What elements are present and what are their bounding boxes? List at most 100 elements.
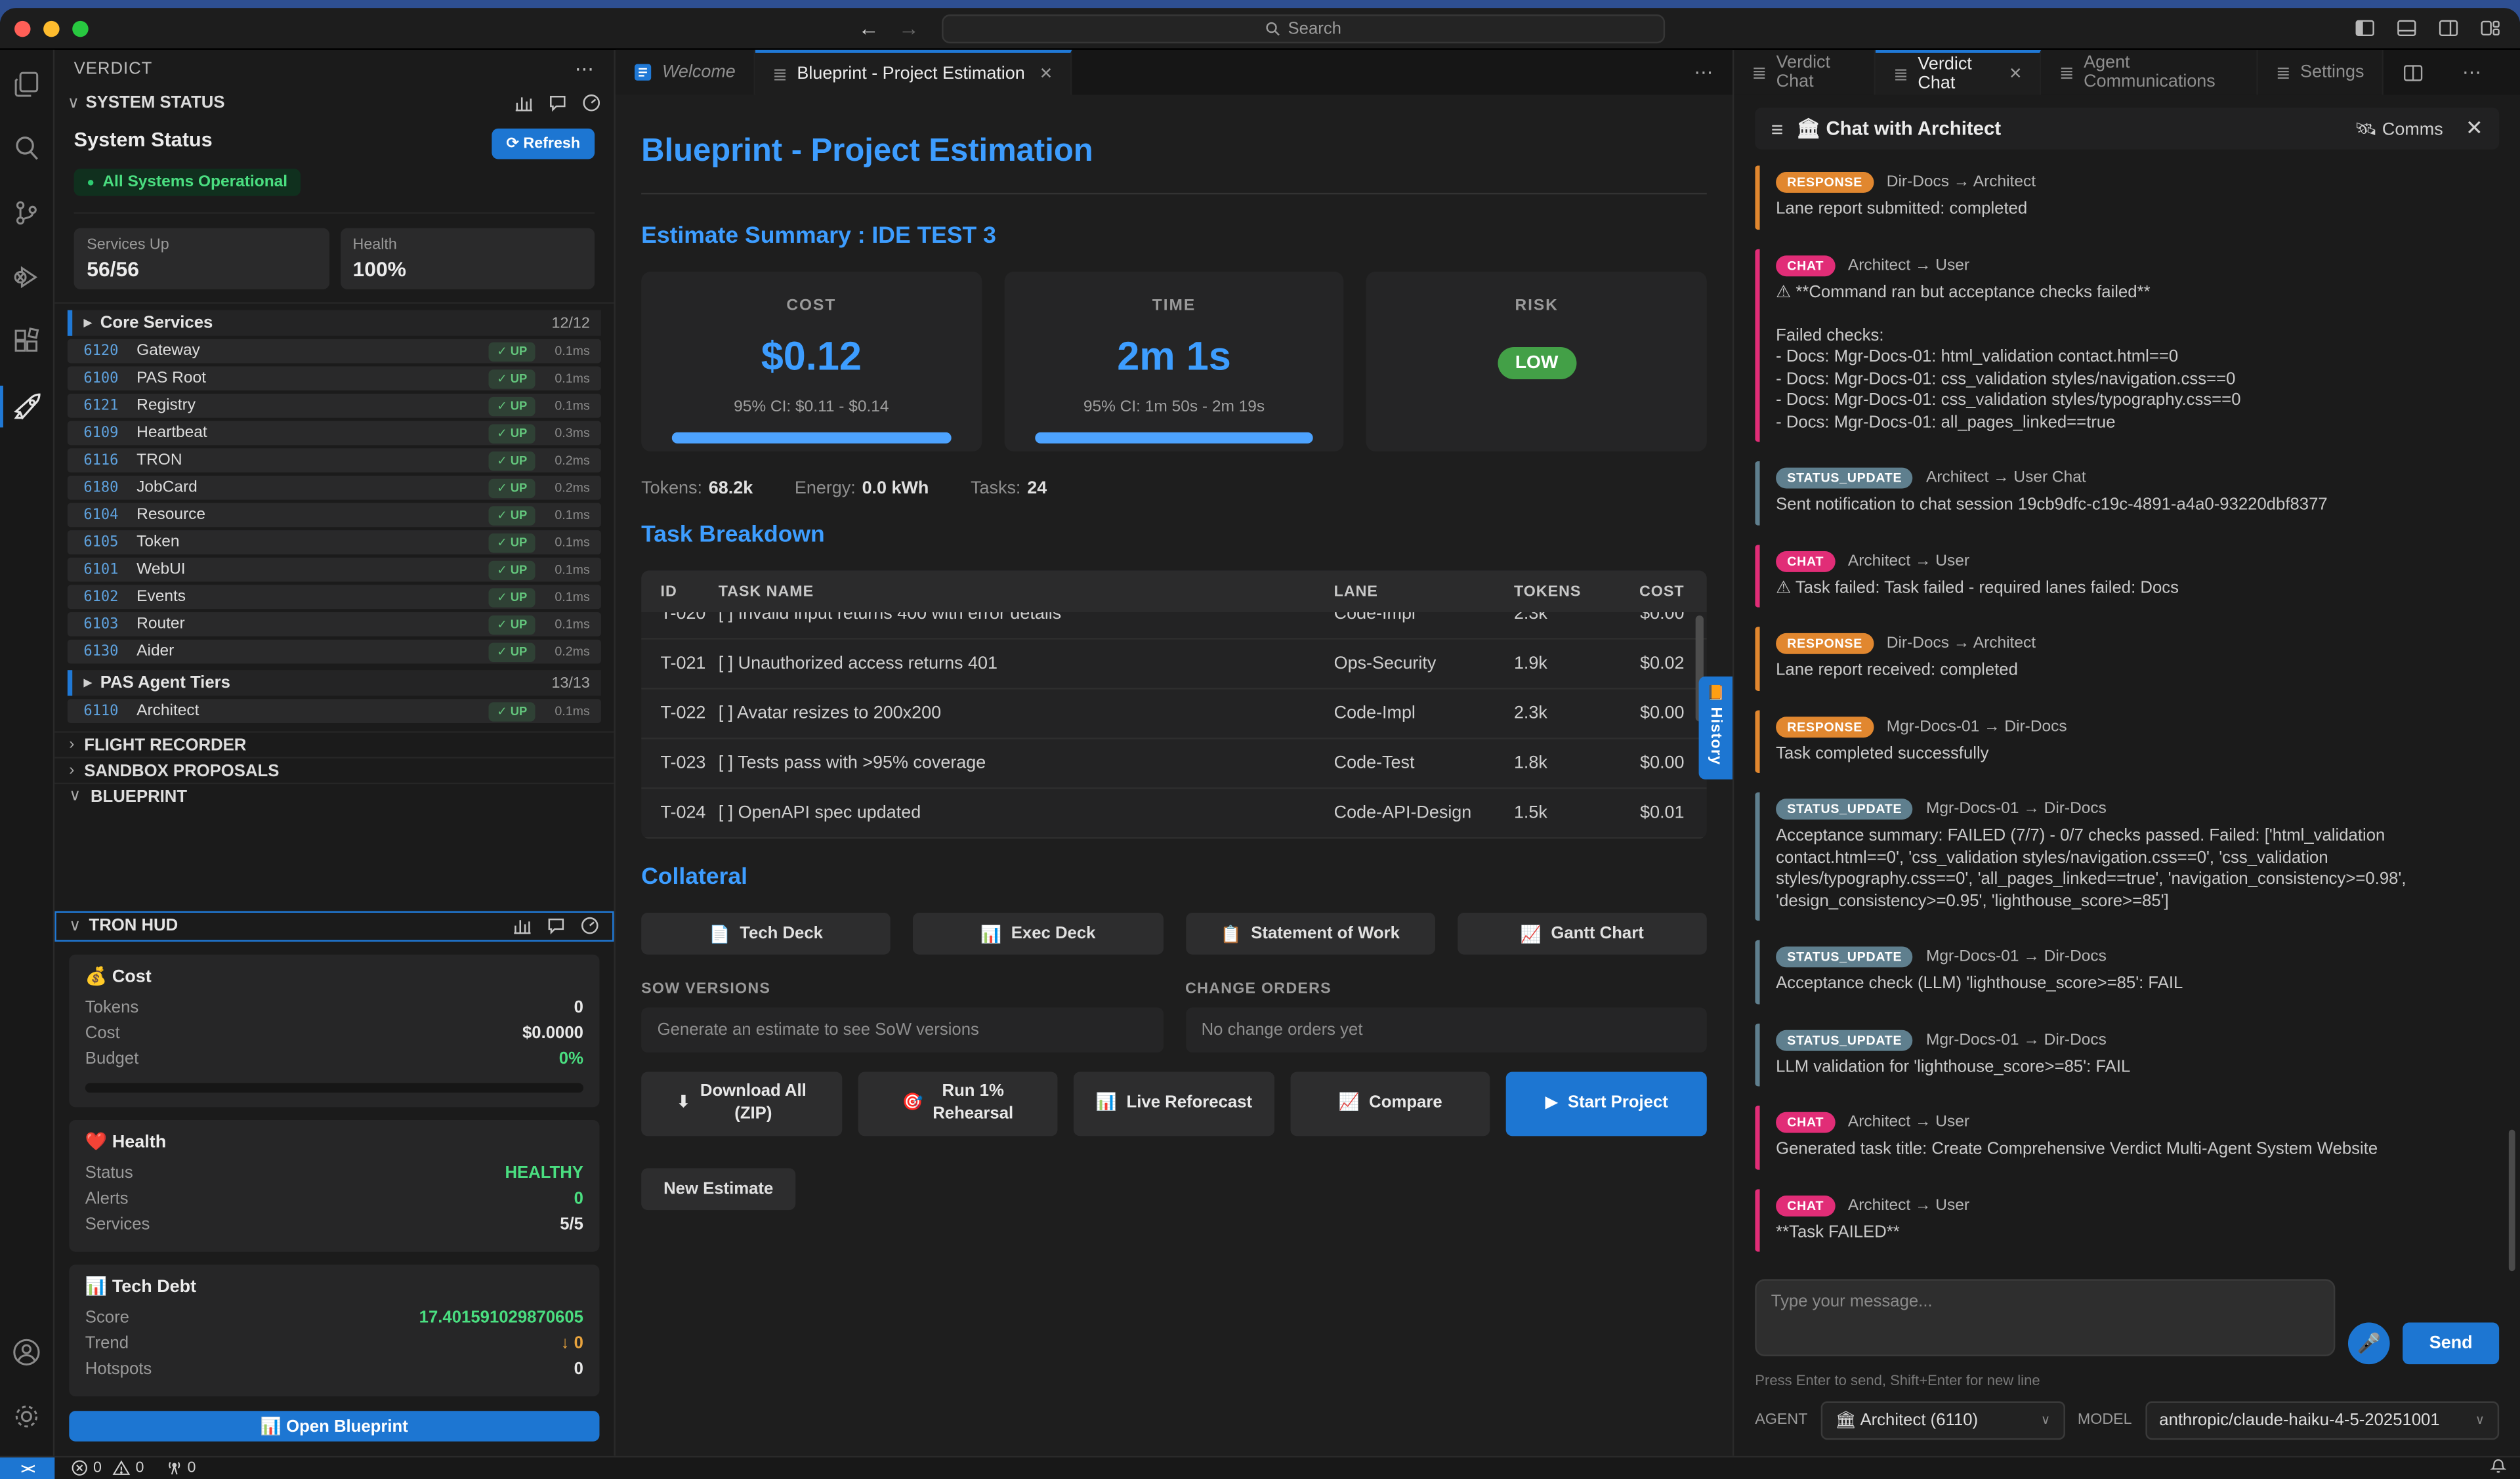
- tab-welcome[interactable]: Welcome: [616, 50, 755, 95]
- collateral-doc-button[interactable]: 📄 Tech Deck: [641, 913, 891, 955]
- metric: Tokens:68.2k: [641, 479, 753, 498]
- history-book-icon: 📙: [1707, 684, 1725, 702]
- new-estimate-button[interactable]: New Estimate: [641, 1168, 795, 1210]
- action-button[interactable]: 📈 Compare: [1290, 1072, 1490, 1136]
- verdict-rocket-icon[interactable]: [0, 390, 53, 423]
- nav-back-icon[interactable]: ←: [858, 16, 879, 40]
- group-name: PAS Agent Tiers: [100, 673, 230, 692]
- table-row[interactable]: T-020 [ ] Invalid input returns 400 with…: [641, 612, 1707, 640]
- explorer-icon[interactable]: [0, 69, 53, 100]
- agent-select[interactable]: 🏛 Architect (6110) ∨: [1820, 1400, 2065, 1439]
- comms-button[interactable]: 🛰 Comms: [2355, 118, 2443, 139]
- group-header-pas-agent-tiers[interactable]: ▶ PAS Agent Tiers 13/13: [68, 670, 601, 696]
- source-control-icon[interactable]: [0, 198, 53, 228]
- action-button[interactable]: ⬇ Download All (ZIP): [641, 1072, 841, 1136]
- split-editor-icon[interactable]: [2403, 62, 2424, 83]
- service-row[interactable]: 6100 PAS Root ✓ UP 0.1ms: [68, 366, 601, 390]
- collateral-doc-button[interactable]: 📋 Statement of Work: [1185, 913, 1435, 955]
- action-button[interactable]: ▶ Start Project: [1507, 1072, 1707, 1136]
- tab-settings[interactable]: ≣ Settings: [2258, 50, 2384, 95]
- search-sidebar-icon[interactable]: [0, 133, 53, 164]
- broadcast-indicator[interactable]: 0: [165, 1459, 196, 1477]
- close-tab-icon[interactable]: ✕: [1040, 65, 1053, 83]
- minimize-window-button[interactable]: [43, 21, 59, 37]
- notifications-bell-icon[interactable]: [2489, 1457, 2507, 1479]
- message-body: Generated task title: Create Comprehensi…: [1776, 1139, 2473, 1161]
- settings-gear-icon[interactable]: [11, 1400, 42, 1439]
- hud-row: Tokens 0: [85, 994, 583, 1020]
- service-row[interactable]: 6101 WebUI ✓ UP 0.1ms: [68, 558, 601, 582]
- task-lane: Code-Impl: [1334, 612, 1514, 623]
- tron-hud-header[interactable]: ∨ TRON HUD: [54, 910, 614, 941]
- tab-verdict-chat-2[interactable]: ≣ Verdict Chat ✕: [1876, 50, 2042, 95]
- service-row[interactable]: 6110 Architect ✓ UP 0.1ms: [68, 699, 601, 723]
- service-port: 6121: [83, 398, 125, 413]
- customize-layout-icon[interactable]: [2480, 18, 2501, 39]
- table-row[interactable]: T-023 [ ] Tests pass with >95% coverage …: [641, 740, 1707, 789]
- service-row[interactable]: 6109 Heartbeat ✓ UP 0.3ms: [68, 421, 601, 446]
- nav-forward-icon[interactable]: →: [898, 16, 919, 40]
- open-blueprint-button[interactable]: 📊 Open Blueprint: [69, 1410, 599, 1441]
- accounts-icon[interactable]: [11, 1336, 42, 1375]
- toggle-secondary-sidebar-icon[interactable]: [2438, 18, 2459, 39]
- table-row[interactable]: T-024 [ ] OpenAPI spec updated Code-API-…: [641, 789, 1707, 839]
- menu-icon[interactable]: ≡: [1771, 117, 1784, 141]
- mic-button[interactable]: 🎤: [2348, 1322, 2390, 1364]
- toggle-primary-sidebar-icon[interactable]: [2355, 18, 2376, 39]
- history-tab[interactable]: 📙 History: [1699, 677, 1732, 780]
- sidebar-section-header[interactable]: ∨ BLUEPRINT: [54, 783, 614, 808]
- service-row[interactable]: 6104 Resource ✓ UP 0.1ms: [68, 503, 601, 528]
- close-chat-icon[interactable]: ✕: [2466, 115, 2483, 141]
- chat-scrollbar[interactable]: [2509, 1129, 2515, 1270]
- tab-agent-communications[interactable]: ≣ Agent Communications: [2042, 50, 2258, 95]
- problems-indicator[interactable]: 0 0: [71, 1459, 144, 1477]
- table-row[interactable]: T-021 [ ] Unauthorized access returns 40…: [641, 640, 1707, 690]
- send-button[interactable]: Send: [2403, 1322, 2499, 1364]
- run-debug-icon[interactable]: [0, 262, 53, 293]
- action-button[interactable]: 📊 Live Reforecast: [1074, 1072, 1274, 1136]
- group-header-core-services[interactable]: ▶ Core Services 12/12: [68, 310, 601, 336]
- service-row[interactable]: 6105 Token ✓ UP 0.1ms: [68, 530, 601, 554]
- service-row[interactable]: 6103 Router ✓ UP 0.1ms: [68, 612, 601, 636]
- chart-icon[interactable]: [513, 916, 532, 935]
- collateral-doc-button[interactable]: 📊 Exec Deck: [914, 913, 1163, 955]
- panel-more-actions-icon[interactable]: ⋯: [2443, 61, 2500, 83]
- chart-icon[interactable]: [514, 93, 534, 112]
- service-row[interactable]: 6180 JobCard ✓ UP 0.2ms: [68, 476, 601, 500]
- model-label: MODEL: [2078, 1411, 2132, 1428]
- gauge-icon[interactable]: [582, 93, 601, 112]
- tab-blueprint-project-estimation[interactable]: ≣ Blueprint - Project Estimation ✕: [755, 50, 1072, 95]
- collateral-doc-button[interactable]: 📈 Gantt Chart: [1458, 913, 1707, 955]
- system-status-section-header[interactable]: ∨ SYSTEM STATUS: [54, 87, 614, 119]
- comment-icon[interactable]: [548, 93, 567, 112]
- remote-indicator[interactable]: ><: [0, 1457, 54, 1479]
- sidebar-more-actions-icon[interactable]: ⋯: [575, 57, 595, 79]
- command-center-search[interactable]: Search: [942, 14, 1665, 43]
- close-tab-icon[interactable]: ✕: [2009, 65, 2023, 83]
- chat-message-input[interactable]: [1755, 1278, 2335, 1356]
- comment-icon[interactable]: [547, 916, 566, 935]
- gauge-icon[interactable]: [580, 916, 599, 935]
- service-row[interactable]: 6116 TRON ✓ UP 0.2ms: [68, 448, 601, 472]
- editor-tab-actions-icon[interactable]: ⋯: [1675, 61, 1732, 83]
- zoom-window-button[interactable]: [72, 21, 88, 37]
- extensions-icon[interactable]: [0, 326, 53, 357]
- service-row[interactable]: 6102 Events ✓ UP 0.1ms: [68, 585, 601, 609]
- action-button[interactable]: 🎯 Run 1% Rehearsal: [858, 1072, 1058, 1136]
- message-body: **Task FAILED**: [1776, 1222, 2473, 1243]
- message-type-badge: CHAT: [1776, 551, 1835, 572]
- service-name: Aider: [136, 643, 478, 661]
- toggle-panel-icon[interactable]: [2396, 18, 2417, 39]
- sidebar-section-header[interactable]: › SANDBOX PROPOSALS: [54, 757, 614, 782]
- service-row[interactable]: 6121 Registry ✓ UP 0.1ms: [68, 394, 601, 418]
- table-row[interactable]: T-022 [ ] Avatar resizes to 200x200 Code…: [641, 690, 1707, 740]
- close-window-button[interactable]: [14, 21, 30, 37]
- service-name: Resource: [136, 506, 478, 524]
- refresh-button[interactable]: ⟳ Refresh: [492, 129, 595, 159]
- service-row[interactable]: 6120 Gateway ✓ UP 0.1ms: [68, 339, 601, 364]
- model-select[interactable]: anthropic/claude-haiku-4-5-20251001 ∨: [2145, 1400, 2499, 1439]
- search-placeholder-text: Search: [1288, 19, 1342, 38]
- sidebar-section-header[interactable]: › FLIGHT RECORDER: [54, 731, 614, 757]
- tab-verdict-chat-1[interactable]: ≣ Verdict Chat: [1734, 50, 1876, 95]
- service-row[interactable]: 6130 Aider ✓ UP 0.2ms: [68, 640, 601, 664]
